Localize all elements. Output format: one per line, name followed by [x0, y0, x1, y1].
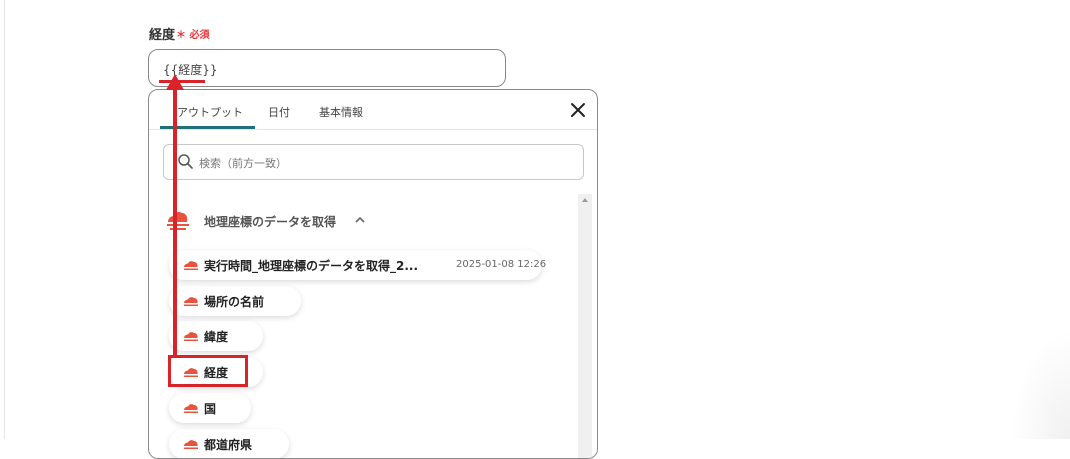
- close-button[interactable]: [568, 100, 588, 120]
- item-date: 2025-01-08 12:26: [456, 259, 547, 270]
- left-divider: [4, 0, 5, 439]
- corner-shadow: [1010, 329, 1070, 439]
- cloud-icon: [184, 404, 198, 413]
- cloud-icon: [184, 297, 198, 306]
- tab-output[interactable]: アウトプット: [177, 104, 243, 120]
- cloud-icon: [167, 212, 189, 230]
- cloud-icon: [184, 261, 198, 270]
- tab-basic-info[interactable]: 基本情報: [319, 104, 363, 120]
- tabs-divider: [149, 129, 597, 130]
- annotation-arrow-head-icon: [166, 74, 184, 90]
- tab-date[interactable]: 日付: [268, 104, 290, 120]
- annotation-arrow-line: [173, 88, 177, 355]
- search-input[interactable]: 検索（前方一致）: [163, 144, 584, 180]
- output-item-place-name[interactable]: 場所の名前: [169, 286, 301, 316]
- scroll-up-arrow-icon[interactable]: [582, 198, 588, 202]
- item-label: 国: [204, 402, 217, 416]
- output-picker-panel: アウトプット 日付 基本情報 検索（前方一致） 地理座標のデータを取得 実行時間…: [148, 89, 598, 459]
- highlight-annotation-box: [168, 355, 248, 387]
- output-item-execution-time[interactable]: 実行時間_地理座標のデータを取得_2... 2025-01-08 12:26: [169, 250, 546, 280]
- close-icon: [571, 103, 585, 117]
- cloud-icon: [184, 332, 198, 341]
- search-icon: [178, 154, 193, 169]
- item-label: 緯度: [204, 330, 229, 344]
- required-badge: ＊ 必須: [176, 30, 210, 41]
- cloud-icon: [184, 440, 198, 449]
- chevron-up-icon[interactable]: [355, 216, 365, 224]
- search-placeholder: 検索（前方一致）: [199, 157, 287, 170]
- item-label: 場所の名前: [204, 295, 265, 309]
- item-label: 実行時間_地理座標のデータを取得_2...: [204, 259, 419, 273]
- group-title[interactable]: 地理座標のデータを取得: [204, 213, 336, 230]
- output-item-country[interactable]: 国: [169, 393, 251, 423]
- output-item-latitude[interactable]: 緯度: [169, 321, 263, 351]
- output-item-prefecture[interactable]: 都道府県: [169, 429, 289, 458]
- scrollbar[interactable]: [578, 194, 592, 458]
- field-label: 経度: [149, 28, 176, 43]
